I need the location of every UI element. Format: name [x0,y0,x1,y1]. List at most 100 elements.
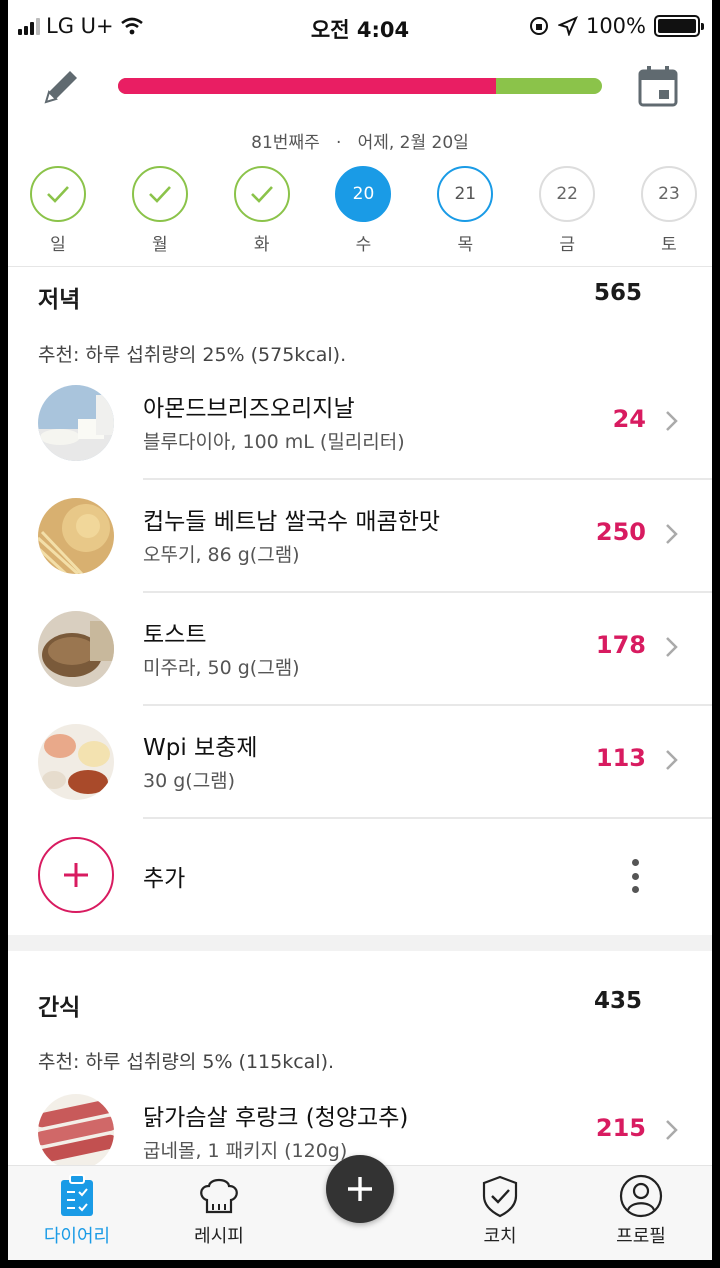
food-thumbnail-almond-milk [38,385,114,461]
separator: · [335,133,342,153]
status-bar: LG U+ 오전 4:04 100% [8,0,712,52]
clipboard-icon [61,1174,93,1216]
battery-icon [654,15,704,37]
food-detail: 30 g(그램) [143,770,236,792]
day-label: 화 [253,235,270,255]
day-number: 23 [658,184,680,204]
dinner-recommendation: 추천: 하루 섭취량의 25% (575kcal). [38,344,347,366]
food-thumbnail-sausage [38,1094,114,1170]
plus-icon [64,863,88,887]
tab-label: 프로필 [616,1226,666,1247]
tab-label: 레시피 [194,1226,244,1247]
pencil-icon[interactable] [40,64,84,108]
food-kcal: 113 [595,744,646,772]
food-detail: 미주라, 50 g(그램) [143,657,300,679]
day-label: 수 [355,235,372,255]
shield-check-icon [482,1175,518,1218]
dinner-title: 저녁 [38,287,81,313]
food-name: 컵누들 베트남 쌀국수 매콤한맛 [143,509,441,535]
food-row[interactable]: 토스트 미주라, 50 g(그램) 178 [8,593,712,706]
day-item[interactable]: 화 [233,166,291,255]
day-label: 일 [50,235,66,255]
checkmark-icon [148,186,171,203]
dinner-header: 저녁 565 [38,280,642,314]
week-label: 81번째주 [251,133,320,153]
chevron-right-icon [666,524,678,544]
food-name: 토스트 [143,622,207,648]
checkmark-icon [47,186,69,203]
day-item[interactable]: 22 금 [538,166,596,255]
chevron-right-icon [666,637,678,657]
tab-coach[interactable]: 코치 [445,1174,555,1248]
day-label: 목 [457,235,474,255]
food-row[interactable]: 아몬드브리즈오리지날 블루다이아, 100 mL (밀리리터) 24 [8,367,712,480]
day-number: 21 [454,184,477,204]
tab-profile[interactable]: 프로필 [586,1174,696,1248]
food-detail: 굽네몰, 1 패키지 (120g) [143,1140,348,1162]
food-name: Wpi 보충제 [143,735,258,761]
day-circle: 23 [640,166,697,222]
day-circle: 22 [539,166,596,222]
day-item[interactable]: 23 토 [640,166,698,255]
food-row[interactable]: Wpi 보충제 30 g(그램) 113 [8,706,712,819]
day-label: 금 [559,235,575,255]
chevron-right-icon [666,1120,678,1140]
battery-percent: 100% [585,14,646,38]
day-circle: 20 [335,166,392,222]
chevron-right-icon [666,750,678,770]
dinner-total: 565 [593,280,642,306]
snack-header: 간식 435 [38,988,642,1022]
food-kcal: 178 [595,631,646,659]
food-thumbnail-rice-noodles [38,498,114,574]
food-name: 아몬드브리즈오리지날 [143,396,355,422]
day-item[interactable]: 20 수 [334,166,392,255]
snack-recommendation: 추천: 하루 섭취량의 5% (115kcal). [38,1051,335,1073]
calorie-progress-bar [118,78,602,94]
diary-header: 81번째주 · 어제, 2월 20일 일 월 화 20 수 21 목 22 금 23 토 [8,52,712,267]
date-label: 어제, 2월 20일 [357,133,469,153]
day-item[interactable]: 일 [29,166,87,255]
week-date-line: 81번째주 · 어제, 2월 20일 [8,128,712,153]
chef-hat-icon [200,1178,238,1214]
day-label: 월 [152,235,168,255]
progress-fill [118,78,496,94]
food-thumbnail-toast [38,611,114,687]
day-item[interactable]: 월 [131,166,189,255]
tab-recipes[interactable]: 레시피 [164,1174,274,1248]
calendar-icon[interactable] [638,64,678,108]
location-icon [557,16,578,36]
food-detail: 블루다이아, 100 mL (밀리리터) [143,431,405,453]
tab-label: 코치 [483,1226,517,1247]
snack-total: 435 [593,988,642,1014]
checkmark-icon [250,186,273,203]
food-row[interactable]: 컵누들 베트남 쌀국수 매콤한맛 오뚜기, 86 g(그램) 250 [8,480,712,593]
tab-label: 다이어리 [43,1226,111,1247]
add-label: 추가 [143,866,186,892]
day-complete-circle [131,166,188,222]
day-number: 22 [556,184,578,204]
day-circle: 21 [437,166,494,222]
day-item[interactable]: 21 목 [436,166,494,255]
chevron-right-icon [666,411,678,431]
section-gap [8,935,712,951]
day-label: 토 [661,235,677,255]
day-number: 20 [352,184,375,204]
app-screen: LG U+ 오전 4:04 100% 81번째주 · 어제, 2월 20일 일 … [8,0,712,1260]
snack-title: 간식 [38,995,81,1021]
plus-icon [348,1177,372,1201]
food-detail: 오뚜기, 86 g(그램) [143,544,300,566]
more-options-icon[interactable] [630,859,640,893]
add-food-row[interactable]: 추가 [8,819,712,932]
day-complete-circle [30,166,86,222]
food-kcal: 215 [595,1114,646,1142]
orientation-lock-icon [529,17,548,35]
week-day-selector: 일 월 화 20 수 21 목 22 금 23 토 [29,166,698,255]
add-entry-button[interactable] [326,1155,394,1223]
day-complete-circle [233,166,290,222]
food-kcal: 250 [595,518,646,546]
add-food-button[interactable] [38,837,114,913]
person-icon [619,1174,663,1218]
tab-diary[interactable]: 다이어리 [22,1174,132,1248]
food-name: 닭가슴살 후랑크 (청양고추) [143,1105,409,1131]
food-kcal: 24 [612,405,646,433]
